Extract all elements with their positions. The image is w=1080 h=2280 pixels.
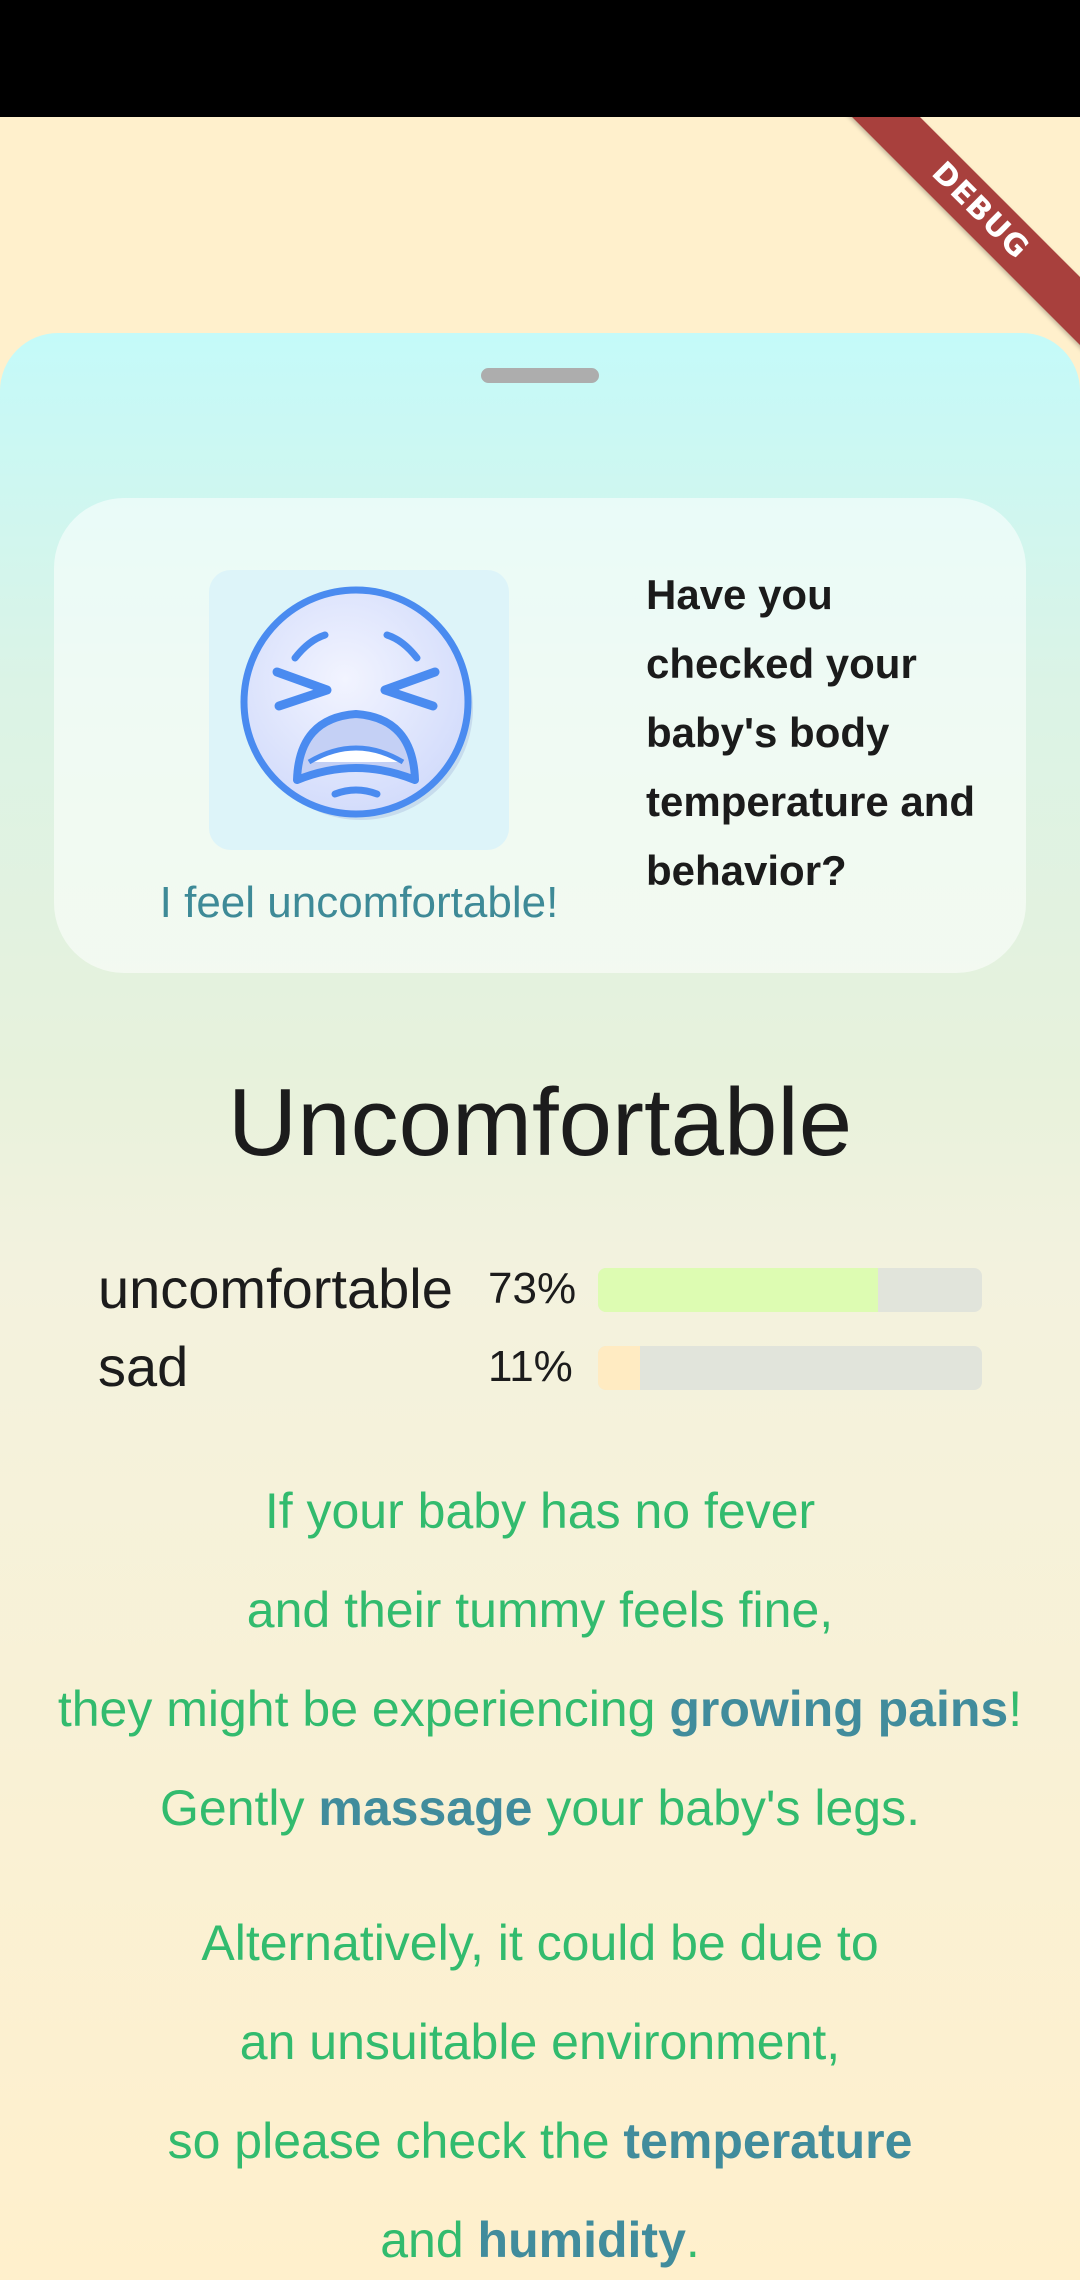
advice-line: Alternatively, it could be due to [201,1915,879,1971]
emoji-tile [209,570,509,850]
probability-bar [598,1346,982,1390]
probability-row-uncomfortable: uncomfortable 73% [98,1257,998,1320]
advice-text: . [685,2212,700,2268]
result-title: Uncomfortable [227,1069,853,1176]
advice-text: and [380,2212,478,2268]
advice-line: so please check the temperature [0,2092,1080,2191]
highlight-massage: massage [318,1780,533,1836]
highlight-humidity: humidity [477,2212,686,2268]
status-bar [0,0,1080,117]
advice-line: they might be experiencing growing pains… [0,1660,1080,1759]
advice-text: Gently [160,1780,319,1836]
bottom-sheet[interactable]: I feel uncomfortable! Have you checked y… [0,333,1080,2280]
advice-paragraph-1: If your baby has no fever and their tumm… [0,1462,1080,1858]
probability-percent: 73% [488,1264,577,1313]
advice-line: an unsuitable environment, [239,2014,841,2070]
advice-line: and humidity. [0,2191,1080,2280]
advice-line: Gently massage your baby's legs. [0,1759,1080,1858]
probability-label: uncomfortable [98,1257,453,1320]
probability-bar-fill [598,1268,879,1312]
advice-line: and their tummy feels fine, [246,1582,834,1638]
highlight-growing-pains: growing pains [669,1681,1009,1737]
probability-bar [598,1268,982,1312]
advice-text: ! [1008,1681,1023,1737]
probability-percent: 11% [488,1342,573,1391]
probability-row-sad: sad 11% [98,1335,998,1398]
advice-text: they might be experiencing [57,1681,670,1737]
drag-handle[interactable] [481,368,599,383]
advice-text: so please check the [167,2113,624,2169]
advice-text: your baby's legs. [532,1780,920,1836]
probability-label: sad [98,1335,189,1398]
advice-line: If your baby has no fever [264,1483,816,1539]
emotion-caption: I feel uncomfortable! [159,878,559,927]
advice-question: Have you checked your baby's body temper… [646,571,976,894]
tired-face-icon [240,586,473,820]
emotion-card: I feel uncomfortable! Have you checked y… [54,498,1026,973]
advice-paragraph-2: Alternatively, it could be due to an uns… [0,1894,1080,2280]
probability-bar-fill [598,1346,641,1390]
highlight-temperature: temperature [623,2113,913,2169]
